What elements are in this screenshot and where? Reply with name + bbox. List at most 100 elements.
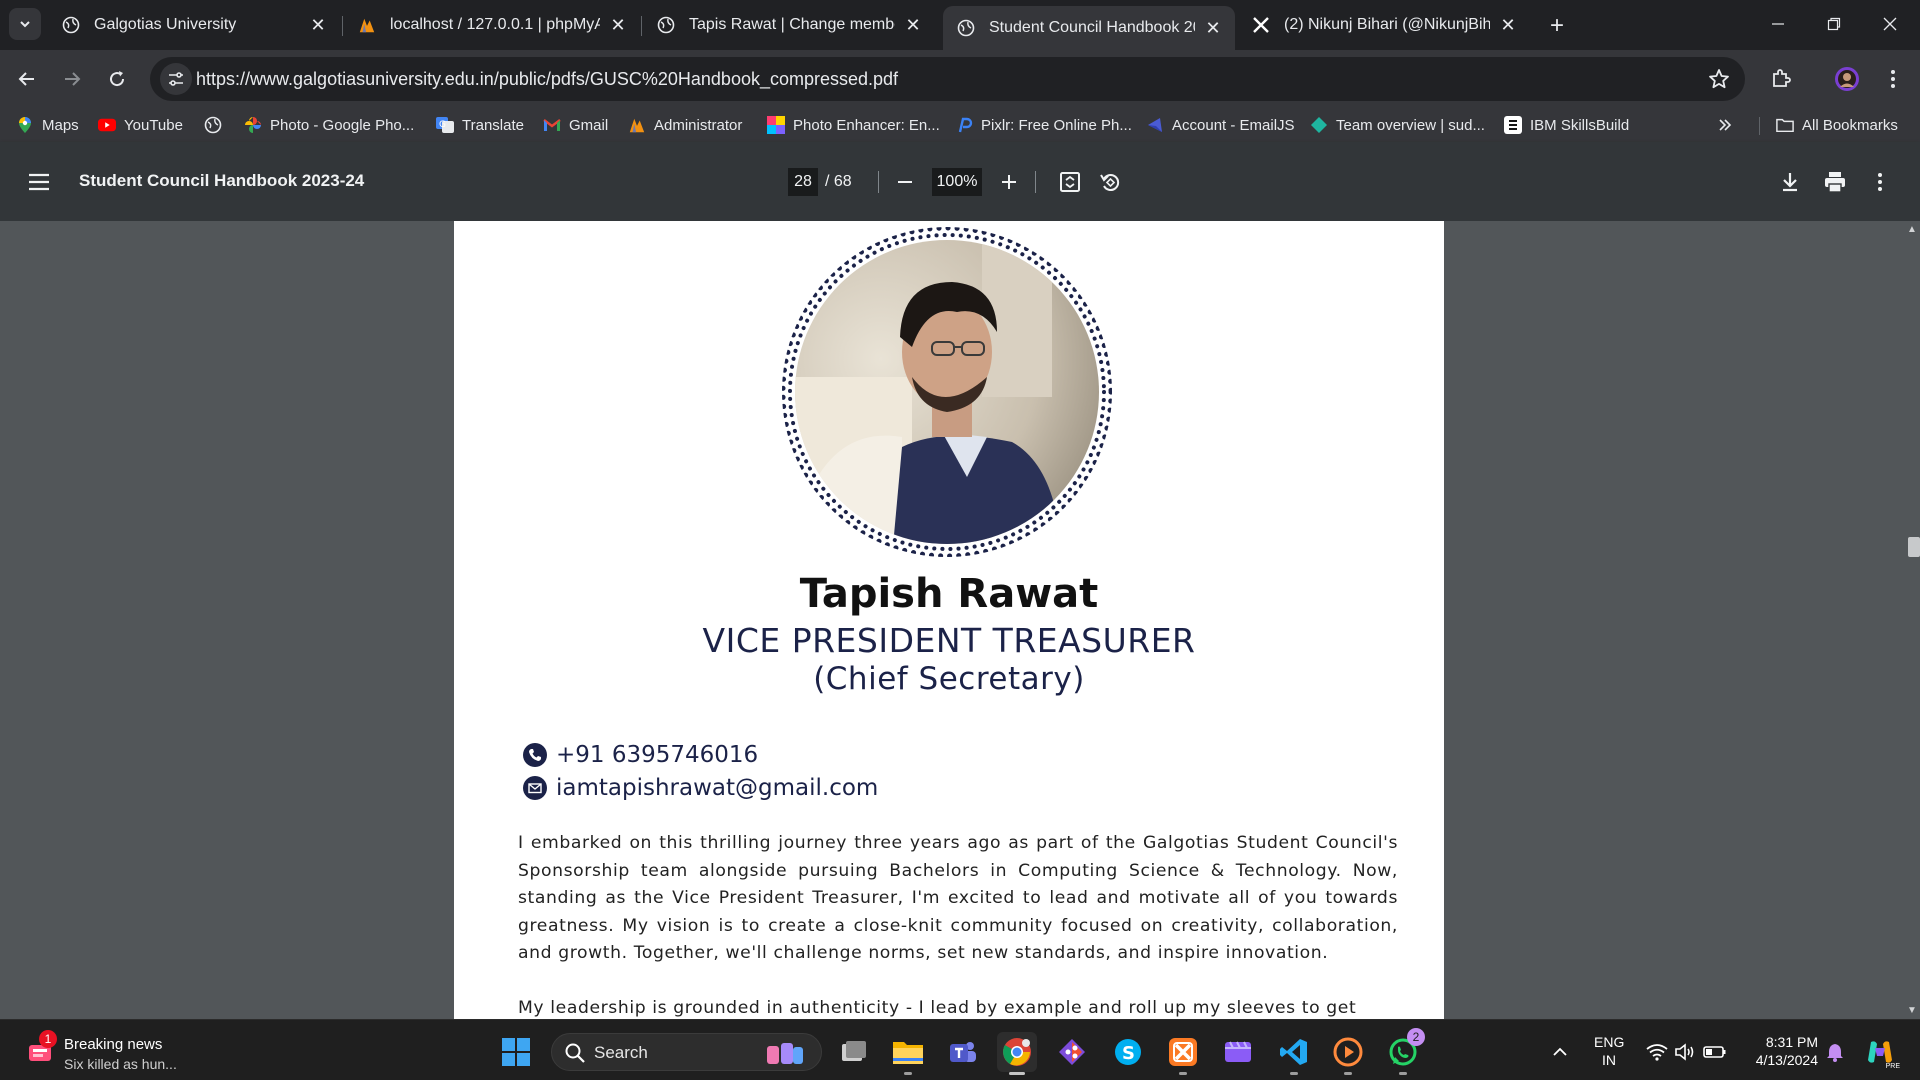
- pdf-scrollbar[interactable]: ▲ ▼: [1904, 221, 1920, 1019]
- chevron-up-icon: [1553, 1047, 1567, 1056]
- taskbar-clipchamp[interactable]: [1218, 1032, 1258, 1072]
- close-icon[interactable]: ✕: [608, 15, 628, 35]
- minimize-button[interactable]: [1750, 0, 1806, 48]
- forward-button[interactable]: [55, 62, 89, 96]
- search-placeholder: Search: [594, 1043, 648, 1062]
- taskbar-whatsapp[interactable]: 2: [1383, 1028, 1425, 1075]
- rotate-button[interactable]: [1096, 168, 1124, 196]
- notifications-button[interactable]: [1822, 1032, 1848, 1072]
- volume-status[interactable]: [1672, 1032, 1698, 1072]
- close-icon[interactable]: ✕: [903, 15, 923, 35]
- email-address: iamtapishrawat@gmail.com: [556, 775, 879, 801]
- windows-taskbar: 1 Breaking news Six killed as hun... Sea…: [0, 1019, 1920, 1080]
- tab-student-council-handbook[interactable]: Student Council Handbook 202 ✕: [943, 6, 1235, 50]
- fit-to-page-button[interactable]: [1056, 168, 1084, 196]
- tab-divider: [641, 16, 642, 36]
- bookmark-maps[interactable]: Maps: [16, 114, 79, 136]
- input-language-indicator[interactable]: ENG IN: [1594, 1033, 1624, 1069]
- chrome-icon: [1003, 1038, 1031, 1066]
- bookmark-star-button[interactable]: [1707, 67, 1731, 91]
- taskbar-file-explorer[interactable]: [888, 1032, 928, 1075]
- bookmark-ibm-skillsbuild[interactable]: IBM SkillsBuild: [1504, 114, 1629, 136]
- pdf-sidebar-toggle[interactable]: [26, 169, 52, 195]
- profile-avatar-button[interactable]: [1830, 62, 1864, 96]
- back-button[interactable]: [10, 62, 44, 96]
- tab-phpmyadmin[interactable]: localhost / 127.0.0.1 | phpMyAd ✕: [344, 6, 640, 44]
- page-number-input[interactable]: 28: [788, 168, 818, 196]
- plus-icon: [1002, 175, 1016, 189]
- bookmark-translate[interactable]: G Translate: [436, 114, 524, 136]
- news-widget[interactable]: 1 Breaking news Six killed as hun...: [20, 1028, 200, 1074]
- bookmark-team-overview[interactable]: Team overview | sud...: [1310, 114, 1485, 136]
- system-clock[interactable]: 8:31 PM 4/13/2024: [1738, 1033, 1818, 1069]
- copilot-button[interactable]: PRE: [1862, 1032, 1900, 1072]
- scrollbar-thumb[interactable]: [1908, 537, 1920, 557]
- bookmark-gmail[interactable]: Gmail: [543, 114, 608, 136]
- url-text[interactable]: https://www.galgotiasuniversity.edu.in/p…: [196, 69, 898, 90]
- pdf-viewer[interactable]: Tapish Rawat VICE PRESIDENT TREASURER (C…: [0, 221, 1920, 1019]
- tab-tapis-rawat[interactable]: Tapis Rawat | Change member | ✕: [643, 6, 935, 44]
- zoom-out-button[interactable]: [891, 168, 919, 196]
- bookmark-youtube[interactable]: YouTube: [98, 114, 183, 136]
- battery-status[interactable]: [1702, 1032, 1728, 1072]
- clock-date: 4/13/2024: [1755, 1052, 1818, 1068]
- news-subtitle: Six killed as hun...: [64, 1056, 177, 1072]
- bookmark-pixlr[interactable]: Pixlr: Free Online Ph...: [955, 114, 1132, 136]
- taskbar-git-app[interactable]: [1052, 1032, 1092, 1072]
- close-icon[interactable]: ✕: [1203, 18, 1223, 38]
- bookmarks-overflow-button[interactable]: [1716, 114, 1742, 136]
- folder-icon: [893, 1042, 923, 1064]
- all-bookmarks-button[interactable]: All Bookmarks: [1776, 114, 1898, 136]
- show-hidden-icons-button[interactable]: [1548, 1032, 1572, 1072]
- running-indicator: [1290, 1072, 1298, 1075]
- restore-button[interactable]: [1806, 0, 1862, 48]
- taskbar-media-player[interactable]: [1328, 1032, 1368, 1075]
- pdf-more-actions-button[interactable]: [1866, 168, 1894, 196]
- close-icon[interactable]: ✕: [1498, 15, 1518, 35]
- scroll-down-arrow-icon[interactable]: ▼: [1907, 1005, 1917, 1016]
- start-button[interactable]: [496, 1032, 536, 1072]
- tab-x-twitter[interactable]: (2) Nikunj Bihari (@NikunjBihari ✕: [1238, 6, 1530, 44]
- whatsapp-badge: 2: [1407, 1028, 1425, 1046]
- scroll-up-arrow-icon[interactable]: ▲: [1907, 224, 1917, 235]
- close-icon[interactable]: ✕: [308, 15, 328, 35]
- site-info-button[interactable]: [160, 63, 192, 95]
- member-name: Tapish Rawat: [799, 571, 1099, 617]
- new-tab-button[interactable]: +: [1543, 12, 1571, 40]
- vscode-icon: [1280, 1039, 1307, 1065]
- download-button[interactable]: [1776, 168, 1804, 196]
- taskbar-chrome[interactable]: [997, 1032, 1037, 1075]
- print-button[interactable]: [1821, 168, 1849, 196]
- speaker-icon: [1675, 1043, 1694, 1061]
- globe-icon: [957, 19, 975, 37]
- taskbar-skype[interactable]: S: [1108, 1032, 1148, 1072]
- task-view-button[interactable]: [834, 1032, 874, 1072]
- bookmark-globe[interactable]: [204, 114, 230, 136]
- extensions-button[interactable]: [1764, 62, 1798, 96]
- taskbar-search[interactable]: Search: [551, 1033, 822, 1071]
- tab-galgotias[interactable]: Galgotias University ✕: [48, 6, 340, 44]
- bookmark-photo-enhancer[interactable]: Photo Enhancer: En...: [767, 114, 940, 136]
- photo-enhancer-icon: [767, 116, 785, 134]
- zoom-level-input[interactable]: 100%: [932, 168, 982, 196]
- browser-menu-button[interactable]: [1876, 62, 1910, 96]
- bookmark-emailjs[interactable]: Account - EmailJS: [1146, 114, 1295, 136]
- reload-button[interactable]: [100, 62, 134, 96]
- taskbar-teams[interactable]: [943, 1032, 983, 1072]
- close-window-button[interactable]: [1862, 0, 1918, 48]
- wifi-status[interactable]: [1644, 1032, 1670, 1072]
- wifi-icon: [1646, 1044, 1668, 1061]
- address-bar[interactable]: https://www.galgotiasuniversity.edu.in/p…: [150, 57, 1745, 101]
- bookmark-label: Administrator: [654, 116, 743, 134]
- bookmark-label: Photo - Google Pho...: [270, 116, 415, 134]
- taskbar-xampp[interactable]: [1163, 1032, 1203, 1075]
- bookmarks-divider: [1759, 117, 1760, 135]
- minus-icon: [898, 181, 912, 183]
- language-code: ENG: [1594, 1034, 1625, 1050]
- bio-paragraph-2: My leadership is grounded in authenticit…: [518, 998, 1357, 1018]
- tab-search-button[interactable]: [9, 8, 41, 40]
- bookmark-administrator[interactable]: Administrator: [628, 114, 742, 136]
- bookmark-google-photos[interactable]: Photo - Google Pho...: [244, 114, 414, 136]
- zoom-in-button[interactable]: [995, 168, 1023, 196]
- taskbar-vscode[interactable]: [1274, 1032, 1314, 1075]
